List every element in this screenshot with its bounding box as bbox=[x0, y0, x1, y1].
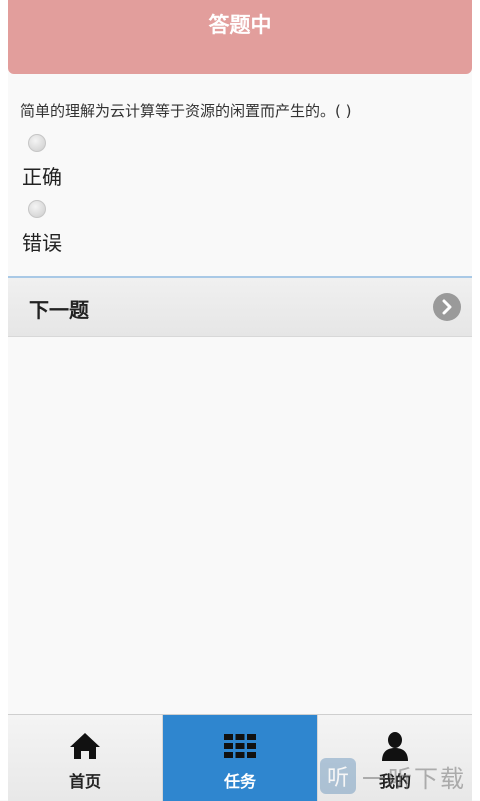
question-text: 简单的理解为云计算等于资源的闲置而产生的。( ) bbox=[20, 102, 352, 120]
grid-icon bbox=[224, 734, 256, 758]
tab-tasks-label: 任务 bbox=[223, 772, 256, 791]
option-label-false: 错误 bbox=[22, 231, 62, 255]
watermark: 听 一听下载 bbox=[320, 752, 480, 800]
next-question-button[interactable]: 下一题 bbox=[8, 276, 472, 337]
tab-home[interactable]: 首页 bbox=[8, 715, 163, 801]
watermark-text: 一听下载 bbox=[362, 764, 466, 793]
tab-home-label: 首页 bbox=[68, 772, 101, 791]
page-title: 答题中 bbox=[208, 13, 272, 37]
chevron-right-icon bbox=[433, 293, 461, 321]
home-icon bbox=[70, 733, 100, 759]
app-header: 答题中 bbox=[8, 0, 472, 74]
left-frame bbox=[0, 0, 8, 800]
radio-button-true[interactable] bbox=[28, 134, 46, 152]
option-label-true: 正确 bbox=[22, 165, 62, 189]
right-frame bbox=[472, 0, 480, 800]
watermark-logo: 听 bbox=[320, 758, 356, 794]
next-question-label: 下一题 bbox=[29, 298, 89, 322]
radio-button-false[interactable] bbox=[28, 200, 46, 218]
tab-tasks[interactable]: 任务 bbox=[163, 715, 318, 801]
